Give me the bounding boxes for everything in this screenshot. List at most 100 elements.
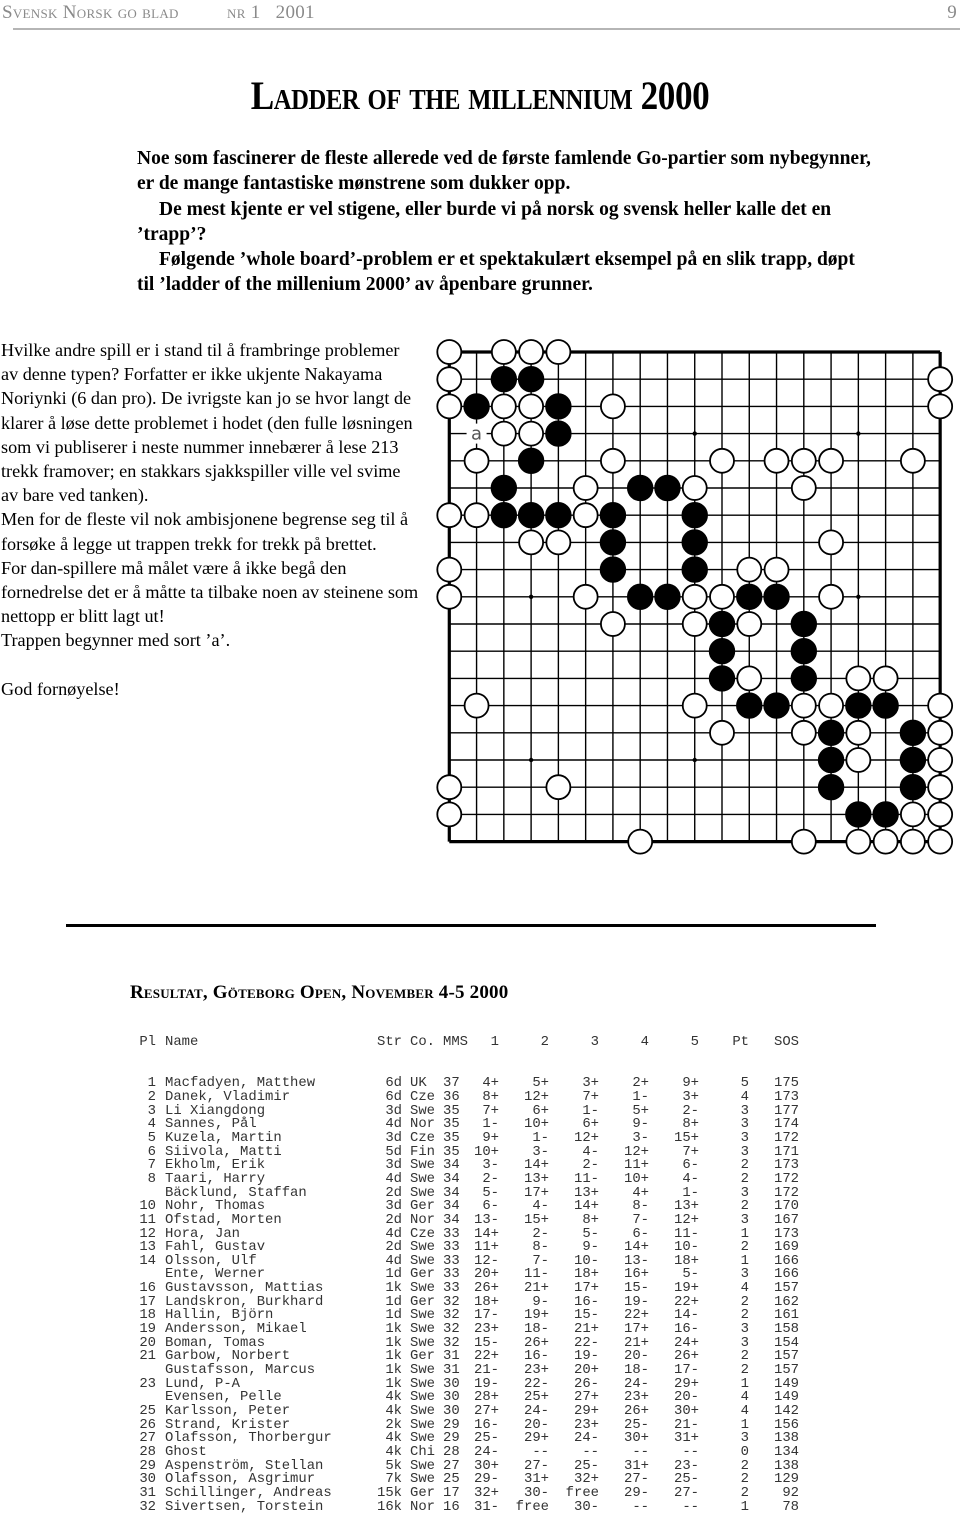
white-stone — [927, 828, 954, 855]
round-2-result: 27- — [523, 1457, 549, 1474]
white-stone — [736, 611, 763, 637]
black-stone — [545, 420, 572, 447]
white-stone — [436, 502, 463, 529]
white-stone — [845, 747, 872, 773]
header-round-5: 5 — [690, 1034, 699, 1051]
white-stone — [709, 719, 735, 746]
player-country: Nor — [410, 1498, 436, 1515]
white-stone — [463, 692, 490, 719]
player-mms: 17 — [443, 1484, 460, 1501]
black-stone — [763, 583, 790, 610]
white-stone — [736, 556, 763, 583]
round-3-result: 25- — [573, 1457, 599, 1474]
player-name: Sivertsen, Torstein — [165, 1498, 324, 1515]
white-stone — [709, 583, 735, 610]
player-mms: 16 — [443, 1498, 460, 1515]
player-place: 14 — [139, 1252, 156, 1269]
star-point — [692, 431, 697, 436]
black-stone — [626, 474, 654, 502]
body-paragraph: For dan-spillere må målet være å ikke be… — [1, 557, 419, 627]
round-5-result: 27- — [673, 1484, 699, 1501]
white-stone — [872, 665, 899, 692]
white-stone — [899, 801, 926, 828]
black-stone — [845, 801, 872, 828]
white-stone — [818, 583, 844, 610]
white-stone — [845, 665, 872, 692]
header-round-1: 1 — [490, 1034, 499, 1051]
round-5-result: 23- — [673, 1457, 699, 1474]
black-stone — [599, 556, 627, 583]
results-row: 31 Schillinger, Andreas 15k Ger 17 32+ 30- free… — [137, 1484, 799, 1501]
player-place: 32 — [139, 1498, 156, 1515]
black-stone — [490, 474, 518, 502]
black-stone — [517, 447, 545, 475]
black-stone — [681, 556, 708, 583]
white-stone — [627, 828, 654, 855]
black-stone — [708, 610, 736, 638]
player-name: Schillinger, Andreas — [165, 1484, 332, 1501]
header-round-3: 3 — [590, 1034, 599, 1051]
white-stone — [572, 502, 599, 529]
white-stone — [681, 583, 708, 610]
black-stone — [845, 692, 872, 719]
player-strength: 5k — [385, 1457, 402, 1474]
black-stone — [708, 638, 736, 665]
player-place: 30 — [139, 1471, 156, 1488]
black-stone — [490, 501, 518, 529]
white-stone — [681, 611, 708, 637]
header-round-2: 2 — [540, 1034, 549, 1051]
white-stone — [845, 719, 872, 746]
round-4-result: 31+ — [623, 1457, 649, 1474]
player-sos: 92 — [782, 1484, 799, 1501]
player-place: 29 — [139, 1457, 156, 1474]
player-sos: 129 — [773, 1471, 799, 1488]
round-1-result: 32+ — [473, 1484, 499, 1501]
issue-number: nr 1 2001 — [227, 2, 315, 23]
white-stone — [681, 692, 708, 719]
black-stone — [599, 501, 627, 529]
white-stone — [818, 447, 844, 474]
player-country: Swe — [410, 1471, 436, 1488]
article-intro: Noe som fascinerer de fleste allerede ve… — [137, 146, 877, 298]
white-stone — [600, 393, 626, 420]
white-stone — [436, 801, 463, 828]
player-mms: 27 — [443, 1457, 460, 1474]
board-labels: a — [466, 423, 487, 445]
magazine-name: Svensk Norsk go blad — [2, 2, 179, 23]
white-stone — [600, 611, 626, 637]
results-body: 1 Macfadyen, Matthew 6d UK 37 4+ 5+ 3+ 2+ 9+ 5 175 2… — [137, 1077, 799, 1514]
closing-line: God fornøyelse! — [1, 678, 120, 699]
player-country: Swe — [410, 1457, 436, 1474]
white-stone — [845, 828, 872, 855]
white-stone — [545, 774, 572, 801]
player-sos: 138 — [773, 1457, 799, 1474]
white-stone — [518, 393, 545, 420]
black-stone — [763, 692, 790, 719]
round-1-result: 29- — [473, 1471, 499, 1488]
header-round-4: 4 — [640, 1034, 649, 1051]
black-stone — [790, 665, 818, 692]
black-stone — [517, 501, 545, 529]
white-stone — [518, 529, 545, 556]
move-label-a: a — [471, 424, 482, 445]
black-stone — [790, 610, 818, 638]
white-stone — [927, 692, 954, 719]
intro-paragraph: Noe som fascinerer de fleste allerede ve… — [137, 148, 871, 195]
white-stone — [763, 556, 790, 583]
player-place: 8 — [147, 1170, 156, 1187]
white-stone — [518, 420, 545, 447]
white-stone — [490, 393, 517, 420]
white-stone — [545, 529, 572, 556]
black-stone — [899, 719, 927, 746]
star-point — [856, 594, 861, 599]
round-5-result: -- — [682, 1498, 699, 1515]
round-4-result: -- — [632, 1498, 649, 1515]
round-3-result: 30- — [573, 1498, 599, 1515]
white-stone — [790, 692, 817, 719]
header-pl: Pl — [139, 1034, 156, 1051]
white-stone — [790, 475, 817, 501]
black-stone — [736, 692, 763, 719]
results-row: 27 Olafsson, Thorbergur 4k Swe 29 25- 29+ 24- 30… — [137, 1432, 799, 1446]
white-stone — [927, 719, 954, 746]
